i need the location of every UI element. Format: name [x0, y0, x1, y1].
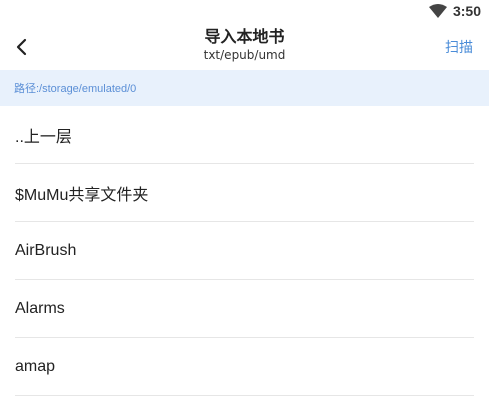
page-subtitle: txt/epub/umd — [203, 48, 286, 62]
list-item-label: ..上一层 — [15, 129, 72, 146]
list-item-folder[interactable]: AirBrush — [0, 222, 489, 280]
status-time: 3:50 — [452, 3, 481, 19]
page-title: 导入本地书 — [204, 27, 285, 46]
list-item-label: $MuMu共享文件夹 — [15, 187, 149, 204]
status-icons: 3:50 — [428, 3, 481, 19]
list-item-folder[interactable]: Alarms — [0, 280, 489, 338]
list-item-folder[interactable]: amap — [0, 338, 489, 396]
chevron-left-icon — [16, 38, 27, 56]
wifi-icon — [428, 4, 447, 18]
scan-button[interactable]: 扫描 — [445, 37, 473, 57]
list-item-parent-directory[interactable]: ..上一层 — [0, 106, 489, 164]
list-item-folder[interactable]: $MuMu共享文件夹 — [0, 164, 489, 222]
back-button[interactable] — [8, 32, 36, 62]
header: 导入本地书 txt/epub/umd 扫描 — [0, 24, 489, 70]
list-item-label: amap — [15, 358, 56, 375]
title-block: 导入本地书 txt/epub/umd — [120, 26, 369, 63]
status-bar: 3:50 — [0, 0, 489, 24]
list-item-label: Alarms — [15, 300, 65, 317]
path-bar: 路径:/storage/emulated/0 — [0, 70, 489, 106]
list-item-label: AirBrush — [15, 242, 77, 259]
path-text: 路径:/storage/emulated/0 — [14, 83, 137, 95]
file-list: ..上一层 $MuMu共享文件夹 AirBrush Alarms amap — [0, 106, 489, 396]
